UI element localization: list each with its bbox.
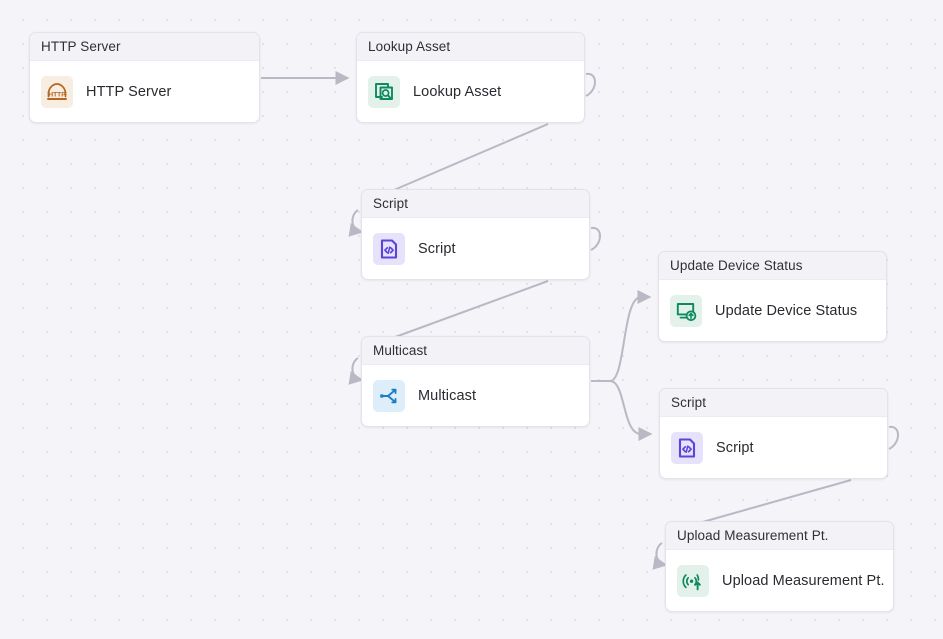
svg-text:HTTP: HTTP: [48, 92, 66, 99]
node-header-title: Upload Measurement Pt.: [666, 522, 893, 550]
node-header-title: Multicast: [362, 337, 589, 365]
edge-stub-script-1: [591, 228, 600, 250]
node-multicast[interactable]: Multicast Multicast: [361, 336, 590, 427]
multicast-icon: [373, 380, 405, 412]
node-label: Upload Measurement Pt.: [722, 573, 885, 589]
node-update-device-status[interactable]: Update Device Status Update Device Statu…: [658, 251, 887, 342]
lookup-asset-icon: [368, 76, 400, 108]
edge-stub-lookup-asset: [586, 74, 595, 96]
http-server-icon: HTTP: [41, 76, 73, 108]
node-header-title: HTTP Server: [30, 33, 259, 61]
edge-lookup-asset-to-script-1: [387, 124, 548, 193]
edge-script-1-to-multicast: [387, 281, 548, 340]
script-icon: [671, 432, 703, 464]
node-script-2[interactable]: Script Script: [659, 388, 888, 479]
node-label: Update Device Status: [715, 303, 857, 319]
node-header-title: Update Device Status: [659, 252, 886, 280]
node-header-title: Lookup Asset: [357, 33, 584, 61]
flow-canvas[interactable]: HTTP Server HTTP HTTP Server Lookup Asse…: [0, 0, 943, 639]
node-lookup-asset[interactable]: Lookup Asset Lookup Asset: [356, 32, 585, 123]
edge-script-2-to-upload-measurement-pt: [692, 480, 851, 525]
node-body: HTTP HTTP Server: [30, 61, 259, 123]
node-script-1[interactable]: Script Script: [361, 189, 590, 280]
node-label: Multicast: [418, 388, 476, 404]
script-icon: [373, 233, 405, 265]
node-label: Lookup Asset: [413, 84, 501, 100]
edge-multicast-to-update-device-status: [591, 297, 650, 381]
node-body: Update Device Status: [659, 280, 886, 342]
node-body: Script: [660, 417, 887, 479]
node-body: Script: [362, 218, 589, 280]
node-upload-measurement-pt[interactable]: Upload Measurement Pt. Upload Measuremen…: [665, 521, 894, 612]
node-body: Upload Measurement Pt.: [666, 550, 893, 612]
node-header-title: Script: [362, 190, 589, 218]
edge-stub-script-2: [889, 427, 898, 449]
node-http-server[interactable]: HTTP Server HTTP HTTP Server: [29, 32, 260, 123]
edge-multicast-to-script-2: [591, 381, 651, 434]
node-label: HTTP Server: [86, 84, 171, 100]
node-header-title: Script: [660, 389, 887, 417]
update-device-status-icon: [670, 295, 702, 327]
upload-measurement-icon: [677, 565, 709, 597]
node-body: Multicast: [362, 365, 589, 427]
node-label: Script: [716, 440, 754, 456]
node-label: Script: [418, 241, 456, 257]
node-body: Lookup Asset: [357, 61, 584, 123]
